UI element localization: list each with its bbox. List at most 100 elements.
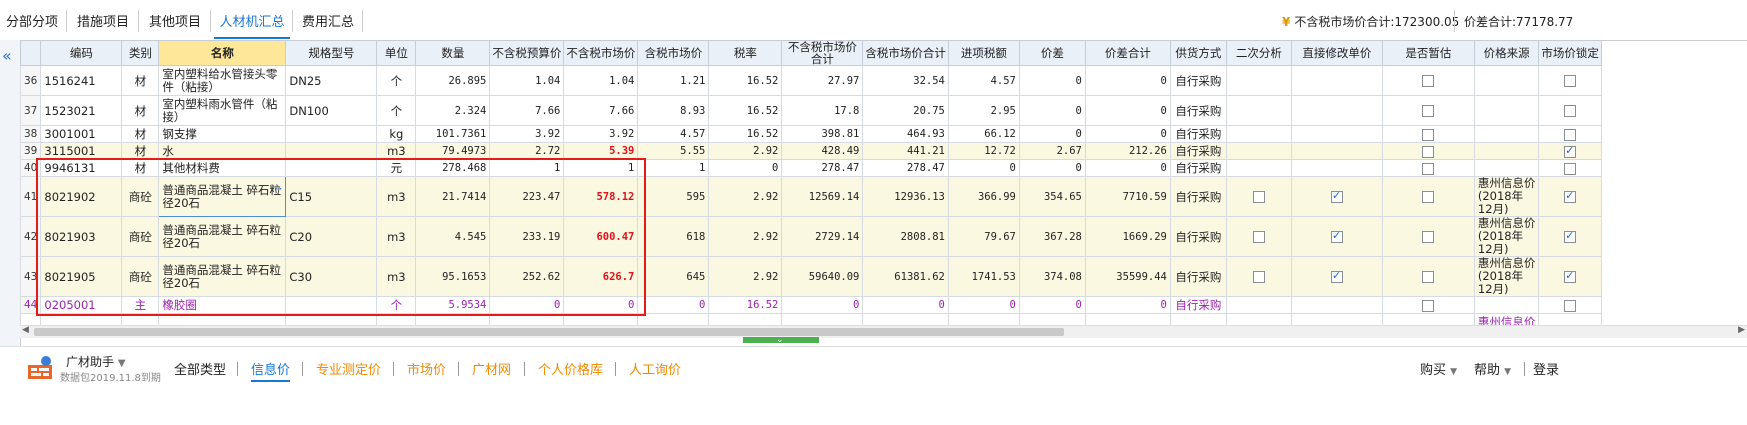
cell-spec[interactable]: C30 xyxy=(285,256,378,297)
cell-supply[interactable]: 自行采购 xyxy=(1169,176,1227,217)
cell-budget[interactable]: 1 xyxy=(489,159,565,177)
provisional-checkbox[interactable] xyxy=(1422,191,1435,203)
cell-taxmarket[interactable]: 8.93 xyxy=(637,95,710,126)
cell-market[interactable]: 600.47 xyxy=(563,216,639,257)
cell-tmtotal[interactable]: 464.93 xyxy=(862,125,949,143)
cell-type[interactable]: 主 xyxy=(121,296,160,314)
cell-rate[interactable]: 2.92 xyxy=(708,256,783,297)
cell-code[interactable]: 8021903 xyxy=(40,216,123,257)
cell-qty[interactable]: 79.4973 xyxy=(415,142,491,160)
col-header[interactable]: 不含税市场价 xyxy=(563,40,639,66)
cell-spec[interactable]: DN100 xyxy=(285,95,378,126)
cell-rate[interactable]: 2.92 xyxy=(708,142,783,160)
assistant-brand[interactable]: 广材助手 ▼ xyxy=(66,353,126,370)
cell-direct[interactable] xyxy=(1290,296,1383,314)
col-header[interactable]: 供货方式 xyxy=(1169,40,1227,66)
table-row[interactable]: 39 3115001 材 水 m3 79.4973 2.72 5.39 5.55 2.92 428.… xyxy=(20,142,1602,160)
cell-direct[interactable] xyxy=(1290,256,1383,297)
btab-pro-price[interactable]: 专业测定价 xyxy=(316,359,381,378)
tab-feiyong[interactable]: 费用汇总 xyxy=(296,6,360,39)
cell-source[interactable]: 惠州信息价(2018年12月) xyxy=(1473,176,1540,217)
table-row[interactable]: 42 8021903 商砼 普通商品混凝土 碎石粒径20石 C20 m3 4.545 233.… xyxy=(20,216,1602,257)
lock-checkbox[interactable] xyxy=(1564,299,1577,312)
cell-taxmarket[interactable]: 645 xyxy=(637,256,710,297)
cell-tax[interactable]: 1741.53 xyxy=(947,256,1020,297)
cell-name[interactable]: 普通商品混凝土 碎石粒径20石 xyxy=(158,216,287,257)
cell-provisional[interactable] xyxy=(1381,296,1475,314)
cell-rate[interactable]: 2.92 xyxy=(708,216,783,257)
provisional-checkbox[interactable] xyxy=(1422,75,1435,87)
cell-rate[interactable]: 16.52 xyxy=(708,65,783,96)
cell-lock[interactable] xyxy=(1538,142,1602,160)
scroll-thumb[interactable] xyxy=(34,328,1064,336)
cell-code[interactable]: 1523021 xyxy=(40,95,123,126)
cell-provisional[interactable] xyxy=(1381,65,1475,96)
cell-second[interactable] xyxy=(1225,142,1292,160)
cell-tax[interactable]: 2.95 xyxy=(947,95,1020,126)
cell-spec[interactable]: C15 xyxy=(285,176,378,217)
buy-button[interactable]: 购买 ▼ xyxy=(1420,359,1457,378)
cell-diff[interactable]: 0 xyxy=(1018,95,1086,126)
cell-type[interactable]: 材 xyxy=(121,142,160,160)
provisional-checkbox[interactable] xyxy=(1422,299,1435,312)
cell-name[interactable]: 普通商品混凝土 碎石粒径20石 ··· xyxy=(158,176,287,217)
provisional-checkbox[interactable] xyxy=(1422,231,1435,243)
btab-market-price[interactable]: 市场价 xyxy=(407,359,446,378)
col-header[interactable]: 市场价锁定 xyxy=(1538,40,1602,66)
scroll-right-icon[interactable]: ▶ xyxy=(1738,325,1745,335)
btab-personal-lib[interactable]: 个人价格库 xyxy=(538,359,603,378)
cell-diff[interactable]: 374.08 xyxy=(1018,256,1086,297)
cell-spec[interactable]: DN25 xyxy=(285,65,378,96)
cell-qty[interactable]: 101.7361 xyxy=(415,125,491,143)
table-row[interactable]: 36 1516241 材室内塑料给水管接头零件（粘接） DN25 个 26.895 1.04… xyxy=(20,65,1602,96)
col-header[interactable]: 含税市场价合计 xyxy=(862,40,949,66)
cell-tax[interactable]: 0 xyxy=(947,159,1020,177)
horizontal-scrollbar[interactable]: ◀ ▶ xyxy=(20,325,1747,338)
cell-source[interactable] xyxy=(1473,159,1540,177)
cell-rate[interactable]: 16.52 xyxy=(708,95,783,126)
cell-source[interactable] xyxy=(1473,65,1540,96)
cell-type[interactable]: 材 xyxy=(121,65,160,96)
cell-type[interactable]: 商砼 xyxy=(121,256,160,297)
direct-checkbox[interactable] xyxy=(1330,229,1343,243)
provisional-checkbox[interactable] xyxy=(1422,145,1435,158)
cell-mtotal[interactable]: 59640.09 xyxy=(781,256,864,297)
cell-source[interactable] xyxy=(1473,296,1540,314)
cell-rate[interactable]: 16.52 xyxy=(708,125,783,143)
cell-source[interactable] xyxy=(1473,125,1540,143)
cell-taxmarket[interactable]: 1 xyxy=(637,159,710,177)
cell-source[interactable] xyxy=(1473,95,1540,126)
provisional-checkbox[interactable] xyxy=(1422,162,1435,175)
cell-type[interactable]: 商砼 xyxy=(121,176,160,217)
cell-qty[interactable]: 2.324 xyxy=(415,95,491,126)
cell-tax[interactable]: 12.72 xyxy=(947,142,1020,160)
cell-market[interactable]: 7.66 xyxy=(563,95,639,126)
cell-source[interactable]: 惠州信息价(2018年12月) xyxy=(1473,256,1540,297)
cell-taxmarket[interactable]: 4.57 xyxy=(637,125,710,143)
cell-provisional[interactable] xyxy=(1381,95,1475,126)
cell-unit[interactable]: m3 xyxy=(376,256,417,297)
cell-mtotal[interactable]: 12569.14 xyxy=(781,176,864,217)
cell-code[interactable]: 8021902 xyxy=(40,176,123,217)
cell-direct[interactable] xyxy=(1290,125,1383,143)
second-checkbox[interactable] xyxy=(1252,191,1265,203)
help-button[interactable]: 帮助 ▼ xyxy=(1474,359,1511,378)
cell-budget[interactable]: 3.92 xyxy=(489,125,565,143)
cell-market[interactable]: 3.92 xyxy=(563,125,639,143)
cell-qty[interactable]: 21.7414 xyxy=(415,176,491,217)
scroll-left-icon[interactable]: ◀ xyxy=(22,325,29,335)
cell-budget[interactable]: 0 xyxy=(489,296,565,314)
cell-rate[interactable]: 2.92 xyxy=(708,176,783,217)
col-header[interactable]: 是否暂估 xyxy=(1381,40,1475,66)
cell-lock[interactable] xyxy=(1538,216,1602,257)
cell-type[interactable]: 材 xyxy=(121,125,160,143)
cell-code[interactable]: 8021905 xyxy=(40,256,123,297)
cell-market[interactable]: 0 xyxy=(563,296,639,314)
cell-tax[interactable]: 366.99 xyxy=(947,176,1020,217)
cell-qty[interactable]: 95.1653 xyxy=(415,256,491,297)
cell-budget[interactable]: 233.19 xyxy=(489,216,565,257)
cell-code[interactable]: 0205001 xyxy=(40,296,123,314)
cell-tmtotal[interactable]: 441.21 xyxy=(862,142,949,160)
cell-tax[interactable]: 4.57 xyxy=(947,65,1020,96)
cell-supply[interactable]: 自行采购 xyxy=(1169,256,1227,297)
